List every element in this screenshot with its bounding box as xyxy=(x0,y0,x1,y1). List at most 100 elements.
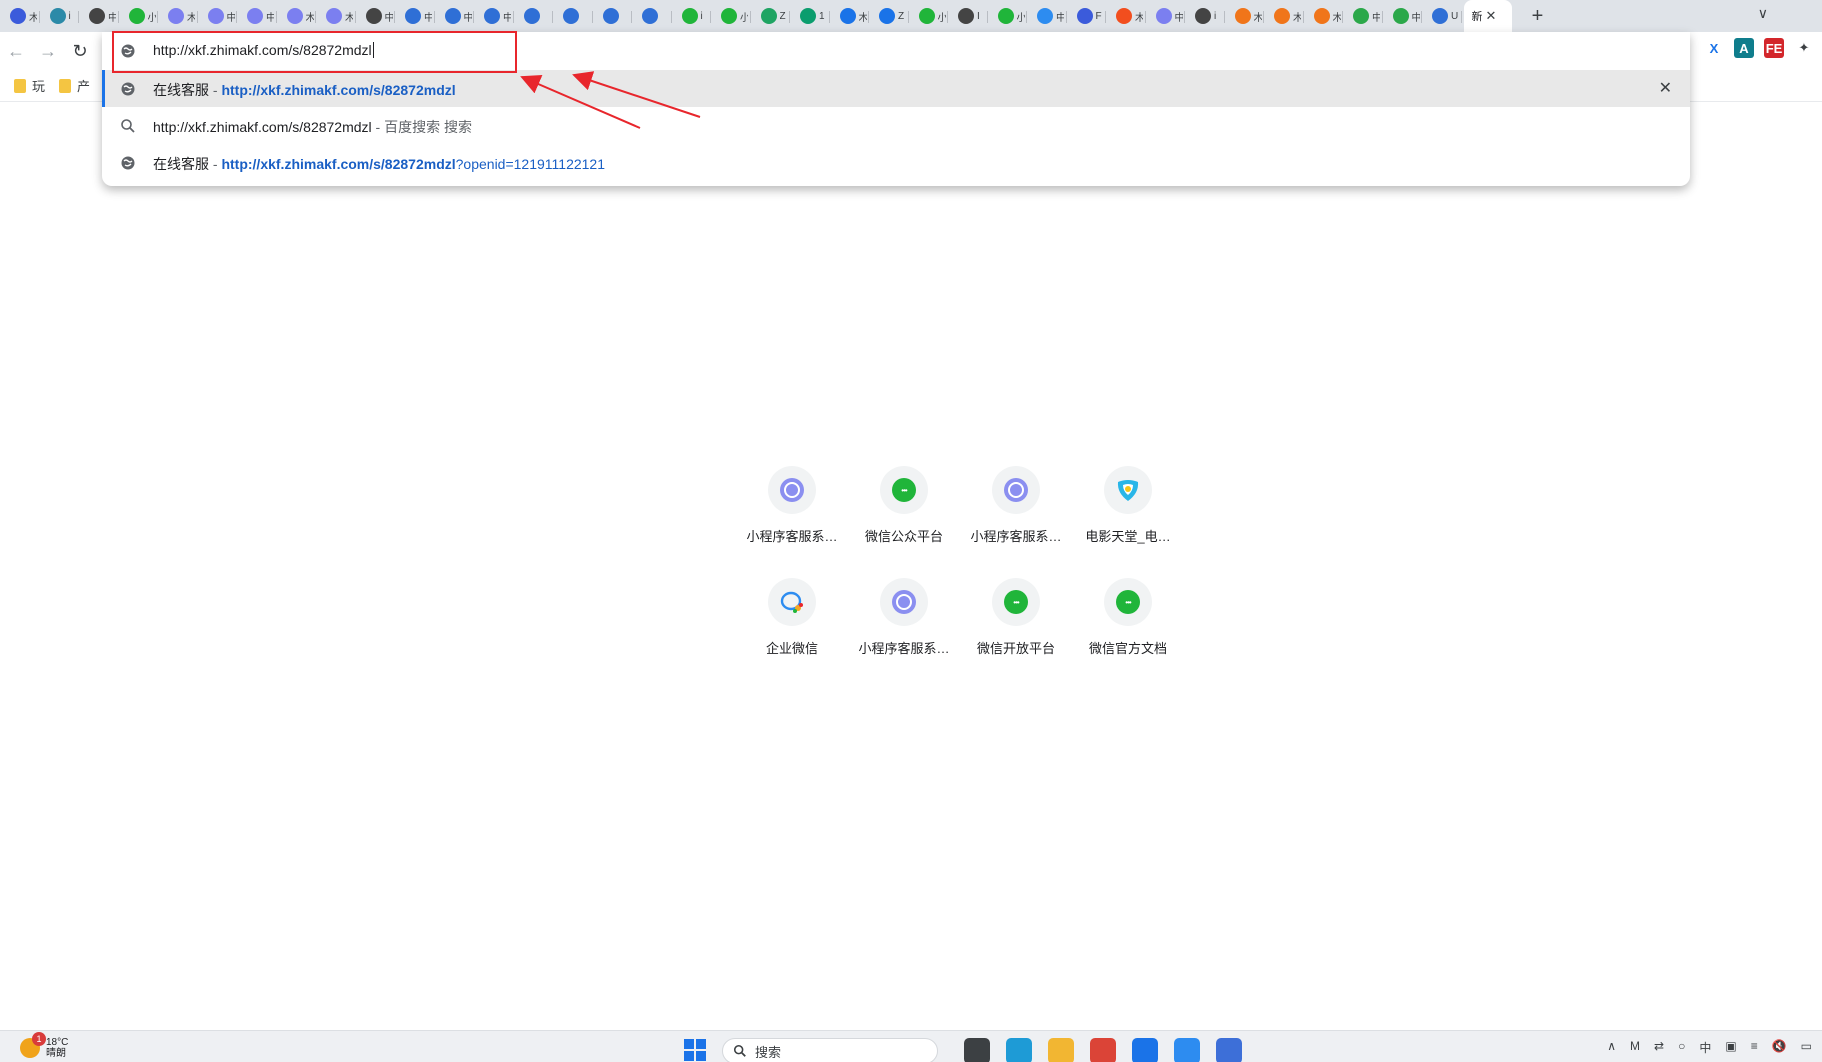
browser-tab[interactable]: 木 xyxy=(1225,2,1265,30)
browser-tab[interactable]: 木 xyxy=(0,2,40,30)
browser-tab[interactable]: 1 xyxy=(790,2,830,30)
fe-extension-icon[interactable]: FE xyxy=(1764,38,1784,58)
browser-tab[interactable]: 中 xyxy=(356,2,396,30)
browser-tab[interactable]: 小 xyxy=(119,2,159,30)
tray-icon[interactable]: ○ xyxy=(1678,1039,1685,1056)
tray-icon[interactable]: ⇄ xyxy=(1654,1039,1664,1056)
suggestion-text: 在线客服 - http://xkf.zhimakf.com/s/82872mdz… xyxy=(153,80,456,100)
shortcut-icon-tile xyxy=(768,466,816,514)
taskbar-search[interactable]: 搜索 xyxy=(722,1038,938,1062)
shortcut-tile[interactable]: 小程序客服系… xyxy=(736,458,848,554)
browser-tab[interactable]: 中 xyxy=(1146,2,1186,30)
task-view-icon[interactable] xyxy=(964,1038,990,1062)
browser-tab[interactable]: 中 xyxy=(395,2,435,30)
wechat-icon xyxy=(1004,590,1028,614)
browser-tab[interactable]: i xyxy=(672,2,712,30)
tab-title: i xyxy=(68,10,71,22)
tab-title: 中 xyxy=(1056,12,1064,24)
tray-icon[interactable]: ▣ xyxy=(1725,1039,1736,1056)
tray-icon[interactable]: 中 xyxy=(1699,1039,1711,1056)
active-tab[interactable]: 新 ✕ xyxy=(1463,0,1512,32)
taskbar-search-placeholder: 搜索 xyxy=(755,1044,782,1060)
x-extension-icon[interactable]: X xyxy=(1704,38,1724,58)
browser-tab[interactable]: 中 xyxy=(474,2,514,30)
bookmark-folder-wan[interactable]: 玩 xyxy=(14,76,45,95)
shortcut-label: 小程序客服系… xyxy=(858,641,950,656)
tray-icon[interactable]: M xyxy=(1630,1039,1640,1056)
browser-tab[interactable]: F xyxy=(1067,2,1107,30)
chrome-icon[interactable] xyxy=(1090,1038,1116,1062)
reload-button[interactable]: ↻ xyxy=(64,35,96,67)
browser-tab[interactable]: Z xyxy=(751,2,791,30)
browser-tab[interactable]: 小 xyxy=(711,2,751,30)
bird-icon xyxy=(49,8,66,24)
browser-tab[interactable]: 中 xyxy=(1383,2,1423,30)
shortcut-label: 小程序客服系… xyxy=(746,529,838,544)
shortcut-tile[interactable]: 电影天堂_电… xyxy=(1072,458,1184,554)
tray-icon[interactable]: 🔇 xyxy=(1772,1039,1787,1056)
browser-tab[interactable]: Z xyxy=(869,2,909,30)
shortcut-tile[interactable]: 小程序客服系… xyxy=(848,570,960,666)
shortcut-tile[interactable]: 企业微信 xyxy=(736,570,848,666)
browser-tab[interactable]: 木 xyxy=(316,2,356,30)
back-button[interactable]: ← xyxy=(0,35,32,67)
file-explorer-icon[interactable] xyxy=(1048,1038,1074,1062)
browser-tab[interactable]: U xyxy=(1422,2,1462,30)
forward-button[interactable]: → xyxy=(32,35,64,67)
tray-icon[interactable]: ≡ xyxy=(1751,1039,1758,1056)
suggestion-item[interactable]: 在线客服 - http://xkf.zhimakf.com/s/82872mdz… xyxy=(102,144,1690,181)
browser-tab[interactable]: 木 xyxy=(1304,2,1344,30)
halo-icon xyxy=(1004,478,1028,502)
tab-title: 小 xyxy=(1016,12,1025,24)
browser-tab[interactable]: 木 xyxy=(158,2,198,30)
tray-icon[interactable]: ▭ xyxy=(1801,1039,1812,1056)
shortcut-tile[interactable]: 微信公众平台 xyxy=(848,458,960,554)
taskbar: 1 18°C 晴朗 搜索 ∧ M ⇄ ○ 中 ▣ ≡ 🔇 ▭ xyxy=(0,1030,1822,1062)
bookmark-folder-chan[interactable]: 产 xyxy=(59,76,90,95)
wechat-icon xyxy=(721,8,737,24)
browser-tab[interactable]: 中 xyxy=(1027,2,1067,30)
browser-tab[interactable]: 小 xyxy=(909,2,949,30)
tab-title: i xyxy=(700,10,703,22)
browser-tab[interactable]: 中 xyxy=(198,2,238,30)
feishu-icon[interactable] xyxy=(1132,1038,1158,1062)
code-icon xyxy=(1274,8,1290,24)
browser-tab[interactable]: 小 xyxy=(988,2,1028,30)
browser-tab[interactable]: 中 xyxy=(435,2,475,30)
browser-tab[interactable] xyxy=(514,2,554,30)
windows-logo-pane xyxy=(696,1039,706,1049)
shortcut-label: 微信公众平台 xyxy=(864,529,943,544)
weather-widget[interactable]: 1 18°C 晴朗 xyxy=(20,1032,68,1059)
new-tab-button[interactable]: + xyxy=(1526,5,1550,28)
tray-icon[interactable]: ∧ xyxy=(1607,1039,1616,1056)
shortcut-tile[interactable]: 微信官方文档 xyxy=(1072,570,1184,666)
close-tab-icon[interactable]: ✕ xyxy=(1486,8,1497,24)
browser-tab[interactable]: 木 xyxy=(830,2,870,30)
browser-tab[interactable] xyxy=(632,2,672,30)
edge-icon[interactable] xyxy=(1006,1038,1032,1062)
suggestion-item[interactable]: http://xkf.zhimakf.com/s/82872mdzl - 百度搜… xyxy=(102,107,1690,144)
puzzle-extension-icon[interactable]: ✦ xyxy=(1794,38,1814,58)
start-button[interactable] xyxy=(684,1039,706,1061)
xmind-icon[interactable] xyxy=(1216,1038,1242,1062)
tab-search-button[interactable]: ∨ xyxy=(1758,5,1768,22)
browser-tab[interactable]: 中 xyxy=(79,2,119,30)
suggestion-item[interactable]: 在线客服 - http://xkf.zhimakf.com/s/82872mdz… xyxy=(102,70,1690,107)
qiwei-icon[interactable] xyxy=(1174,1038,1200,1062)
browser-tab[interactable]: 中 xyxy=(1343,2,1383,30)
browser-tab[interactable]: i xyxy=(40,2,80,30)
browser-tab[interactable]: I xyxy=(948,2,988,30)
box-icon xyxy=(405,8,421,24)
browser-tab[interactable] xyxy=(593,2,633,30)
translate-extension-icon[interactable]: A xyxy=(1734,38,1754,58)
shortcut-tile[interactable]: 小程序客服系… xyxy=(960,458,1072,554)
remove-suggestion-button[interactable]: ✕ xyxy=(1659,78,1672,98)
browser-tab[interactable]: i xyxy=(1185,2,1225,30)
browser-tab[interactable]: 木 xyxy=(1264,2,1304,30)
windows-logo-pane xyxy=(684,1039,694,1049)
browser-tab[interactable]: 中 xyxy=(237,2,277,30)
shortcut-tile[interactable]: 微信开放平台 xyxy=(960,570,1072,666)
browser-tab[interactable]: 木 xyxy=(1106,2,1146,30)
browser-tab[interactable]: 木 xyxy=(277,2,317,30)
browser-tab[interactable] xyxy=(553,2,593,30)
